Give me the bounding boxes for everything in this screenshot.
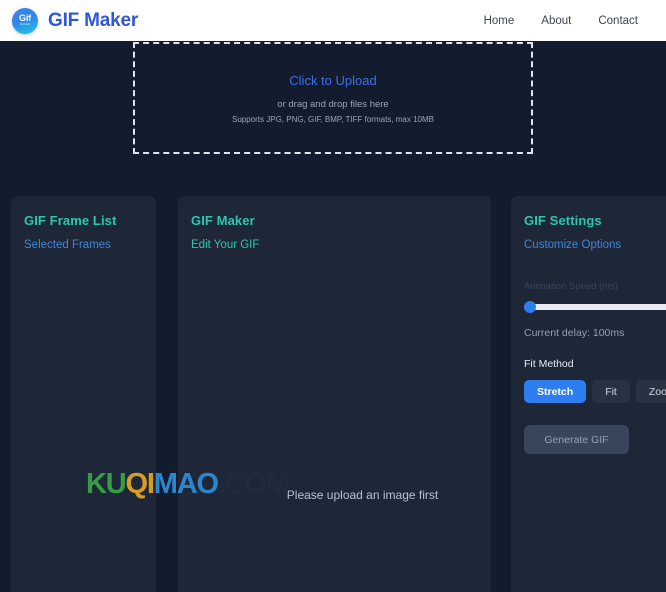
nav-link-contact[interactable]: Contact xyxy=(598,15,638,27)
nav-link-about[interactable]: About xyxy=(541,15,571,27)
logo-subtext: MAKER xyxy=(19,23,31,27)
upload-dropzone[interactable]: Click to Upload or drag and drop files h… xyxy=(133,42,533,154)
generate-gif-button[interactable]: Generate GIF xyxy=(524,425,629,454)
slider-thumb[interactable] xyxy=(524,301,536,313)
logo-text: Gif xyxy=(19,12,31,23)
app-header: Gif MAKER GIF Maker Home About Contact xyxy=(0,0,666,41)
main-nav: Home About Contact xyxy=(484,15,638,27)
gif-settings-subtitle: Customize Options xyxy=(524,239,622,251)
gif-maker-title: GIF Maker xyxy=(191,213,255,228)
current-delay-label: Current delay: 100ms xyxy=(524,327,625,339)
page-title: GIF Maker xyxy=(48,9,139,31)
upload-hint-label: or drag and drop files here xyxy=(277,98,389,110)
upload-formats-label: Supports JPG, PNG, GIF, BMP, TIFF format… xyxy=(232,114,434,124)
gif-settings-title: GIF Settings xyxy=(524,213,602,228)
panels-row: GIF Frame List Selected Frames GIF Maker… xyxy=(0,196,666,592)
animation-speed-slider[interactable] xyxy=(524,300,666,313)
fit-method-label: Fit Method xyxy=(524,358,574,370)
fit-method-group: Stretch Fit Zoom xyxy=(524,380,666,403)
brand[interactable]: Gif MAKER GIF Maker xyxy=(12,7,139,34)
settings-controls: Animation Speed (ms) Current delay: 100m… xyxy=(511,251,666,454)
gif-maker-subtitle: Edit Your GIF xyxy=(191,239,260,251)
gif-settings-panel: GIF Settings Customize Options Animation… xyxy=(511,196,666,592)
frame-list-panel: GIF Frame List Selected Frames xyxy=(11,196,156,592)
fit-method-zoom-button[interactable]: Zoom xyxy=(635,380,666,403)
nav-link-home[interactable]: Home xyxy=(484,15,515,27)
frame-list-title: GIF Frame List xyxy=(24,213,117,228)
fit-method-fit-button[interactable]: Fit xyxy=(592,380,630,403)
frame-list-subtitle: Selected Frames xyxy=(24,239,111,251)
gif-maker-panel: GIF Maker Edit Your GIF Please upload an… xyxy=(178,196,491,592)
empty-state-message: Please upload an image first xyxy=(286,488,439,502)
animation-speed-label: Animation Speed (ms) xyxy=(524,281,618,292)
slider-track[interactable] xyxy=(524,303,666,310)
upload-cta-label: Click to Upload xyxy=(289,72,377,88)
fit-method-stretch-button[interactable]: Stretch xyxy=(524,380,587,403)
app-logo-icon: Gif MAKER xyxy=(12,7,38,34)
gif-preview-empty-state: Please upload an image first xyxy=(178,196,491,592)
